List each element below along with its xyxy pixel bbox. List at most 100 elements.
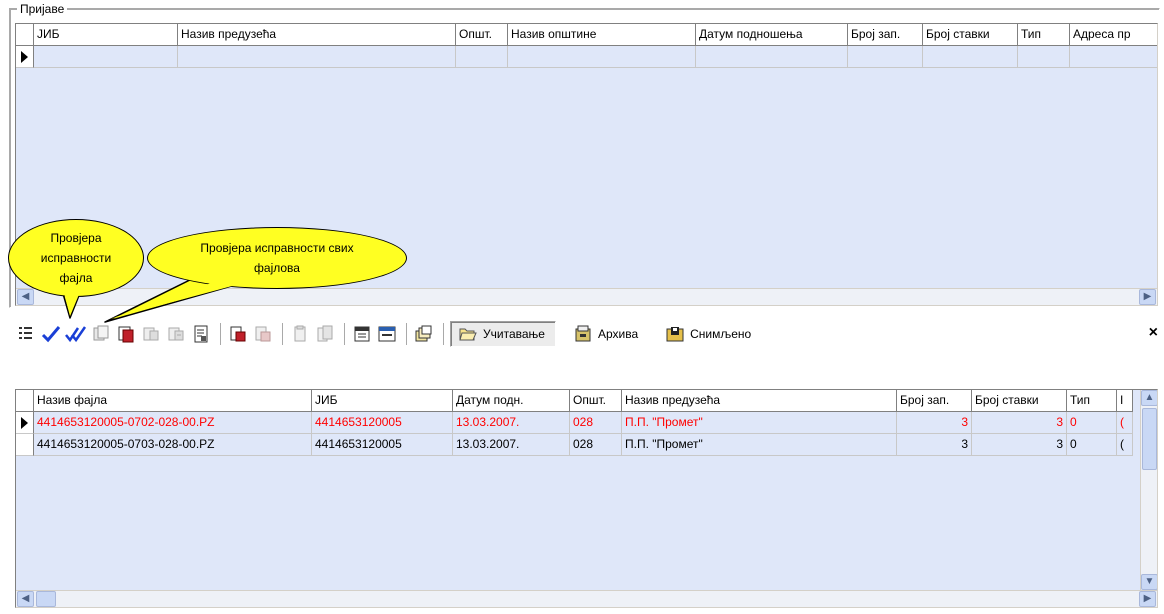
copy-file-icon[interactable] [90,323,112,345]
toolbar-separator [443,323,445,345]
cell-file[interactable]: 4414653120005-0702-028-00.PZ [34,412,312,434]
submissions-hscroll[interactable]: ◀ ▶ [16,288,1157,305]
stack-icon[interactable] [413,323,435,345]
archive-tab-button[interactable]: Архива [566,321,648,347]
report-icon[interactable] [190,323,212,345]
column-header[interactable]: ЈИБ [312,390,453,412]
column-header[interactable]: Назив предузећа [178,24,456,46]
column-header[interactable]: Тип [1067,390,1117,412]
saved-tab-label: Снимљено [690,327,752,341]
column-header[interactable]: I [1117,390,1133,412]
import-all-icon[interactable] [252,323,274,345]
column-header[interactable]: Број зап. [848,24,923,46]
grid-cell[interactable] [1070,46,1157,68]
saved-tab-button[interactable]: Снимљено [658,321,761,347]
grid-cell[interactable] [508,46,696,68]
column-header[interactable]: Општ. [456,24,508,46]
cell-extra[interactable]: ( [1117,412,1133,434]
grid-cell[interactable] [178,46,456,68]
submissions-group-title: Пријаве [17,2,68,16]
current-row-arrow-icon [21,417,28,429]
callout-check-file: Провјера исправности фајла [8,219,144,297]
cell-company[interactable]: П.П. "Промет" [622,434,897,456]
grid-cell[interactable] [456,46,508,68]
grid-cell[interactable] [923,46,1018,68]
row-indicator [16,46,34,68]
column-header[interactable]: Број зап. [897,390,972,412]
scroll-left-button[interactable]: ◀ [17,289,34,305]
toolbar-separator [282,323,284,345]
row-indicator [16,412,34,434]
column-header[interactable]: Број ставки [972,390,1067,412]
export-all-icon[interactable] [165,323,187,345]
column-header[interactable]: Назив предузећа [622,390,897,412]
row-indicator-header [16,390,34,412]
callout-check-all-text: Провјера исправности свих фајлова [200,241,354,275]
vscroll-thumb[interactable] [1142,408,1157,470]
calendar-range-icon[interactable] [376,323,398,345]
scroll-right-button[interactable]: ▶ [1139,591,1156,607]
close-button[interactable]: × [1149,325,1158,341]
grid-cell[interactable] [1018,46,1070,68]
files-hscroll[interactable]: ◀ ▶ [16,590,1157,607]
export-icon[interactable] [140,323,162,345]
cell-records[interactable]: 3 [897,412,972,434]
import-icon[interactable] [227,323,249,345]
hscroll-thumb[interactable] [36,591,56,607]
row-indicator-header [16,24,34,46]
archive-icon [574,325,592,343]
callout-check-all-files: Провјера исправности свих фајлова [147,227,407,289]
grid-cell[interactable] [848,46,923,68]
cell-file[interactable]: 4414653120005-0703-028-00.PZ [34,434,312,456]
scroll-left-button[interactable]: ◀ [17,591,34,607]
cell-mun[interactable]: 028 [570,412,622,434]
archive-tab-label: Архива [597,327,639,341]
file-row[interactable]: 4414653120005-0703-028-00.PZ 441465312000… [16,434,1133,456]
files-vscroll[interactable]: ▲ ▼ [1140,390,1157,590]
file-row[interactable]: 4414653120005-0702-028-00.PZ 441465312000… [16,412,1133,434]
callout-check-file-text: Провјера исправности фајла [40,231,112,285]
cell-company[interactable]: П.П. "Промет" [622,412,897,434]
check-all-icon[interactable] [65,323,87,345]
files-header-row: Назив фајла ЈИБ Датум подн. Општ. Назив пред… [16,390,1133,412]
cell-items[interactable]: 3 [972,412,1067,434]
saved-folder-icon [666,326,684,342]
cell-records[interactable]: 3 [897,434,972,456]
load-tab-label: Учитавање [483,327,545,341]
column-header[interactable]: Назив општине [508,24,696,46]
column-header[interactable]: Датум подн. [453,390,570,412]
column-header[interactable]: Број ставки [923,24,1018,46]
grid-cell[interactable] [696,46,848,68]
cell-type[interactable]: 0 [1067,412,1117,434]
load-tab-button[interactable]: Учитавање [450,321,556,347]
paste-all-icon[interactable] [314,323,336,345]
scroll-up-button[interactable]: ▲ [1141,390,1157,406]
cell-extra[interactable]: ( [1117,434,1133,456]
cell-type[interactable]: 0 [1067,434,1117,456]
cell-items[interactable]: 3 [972,434,1067,456]
column-header[interactable]: Датум подношења [696,24,848,46]
scroll-down-button[interactable]: ▼ [1141,574,1157,590]
check-icon[interactable] [40,323,62,345]
scroll-right-button[interactable]: ▶ [1139,289,1156,305]
cell-mun[interactable]: 028 [570,434,622,456]
grid-cell[interactable] [34,46,178,68]
calendar-icon[interactable] [351,323,373,345]
column-header[interactable]: ЈИБ [34,24,178,46]
files-grid[interactable]: Назив фајла ЈИБ Датум подн. Општ. Назив пред… [15,389,1158,608]
column-header[interactable]: Тип [1018,24,1070,46]
cell-jib[interactable]: 4414653120005 [312,412,453,434]
open-folder-icon [459,327,477,341]
column-header[interactable]: Адреса пр [1070,24,1157,46]
columns-icon[interactable] [15,323,37,345]
paste-icon[interactable] [289,323,311,345]
cell-date[interactable]: 13.03.2007. [453,434,570,456]
delete-file-icon[interactable] [115,323,137,345]
submissions-empty-row[interactable] [16,46,1157,68]
column-header[interactable]: Назив фајла [34,390,312,412]
cell-jib[interactable]: 4414653120005 [312,434,453,456]
toolbar-separator [406,323,408,345]
cell-date[interactable]: 13.03.2007. [453,412,570,434]
toolbar-separator [220,323,222,345]
column-header[interactable]: Општ. [570,390,622,412]
